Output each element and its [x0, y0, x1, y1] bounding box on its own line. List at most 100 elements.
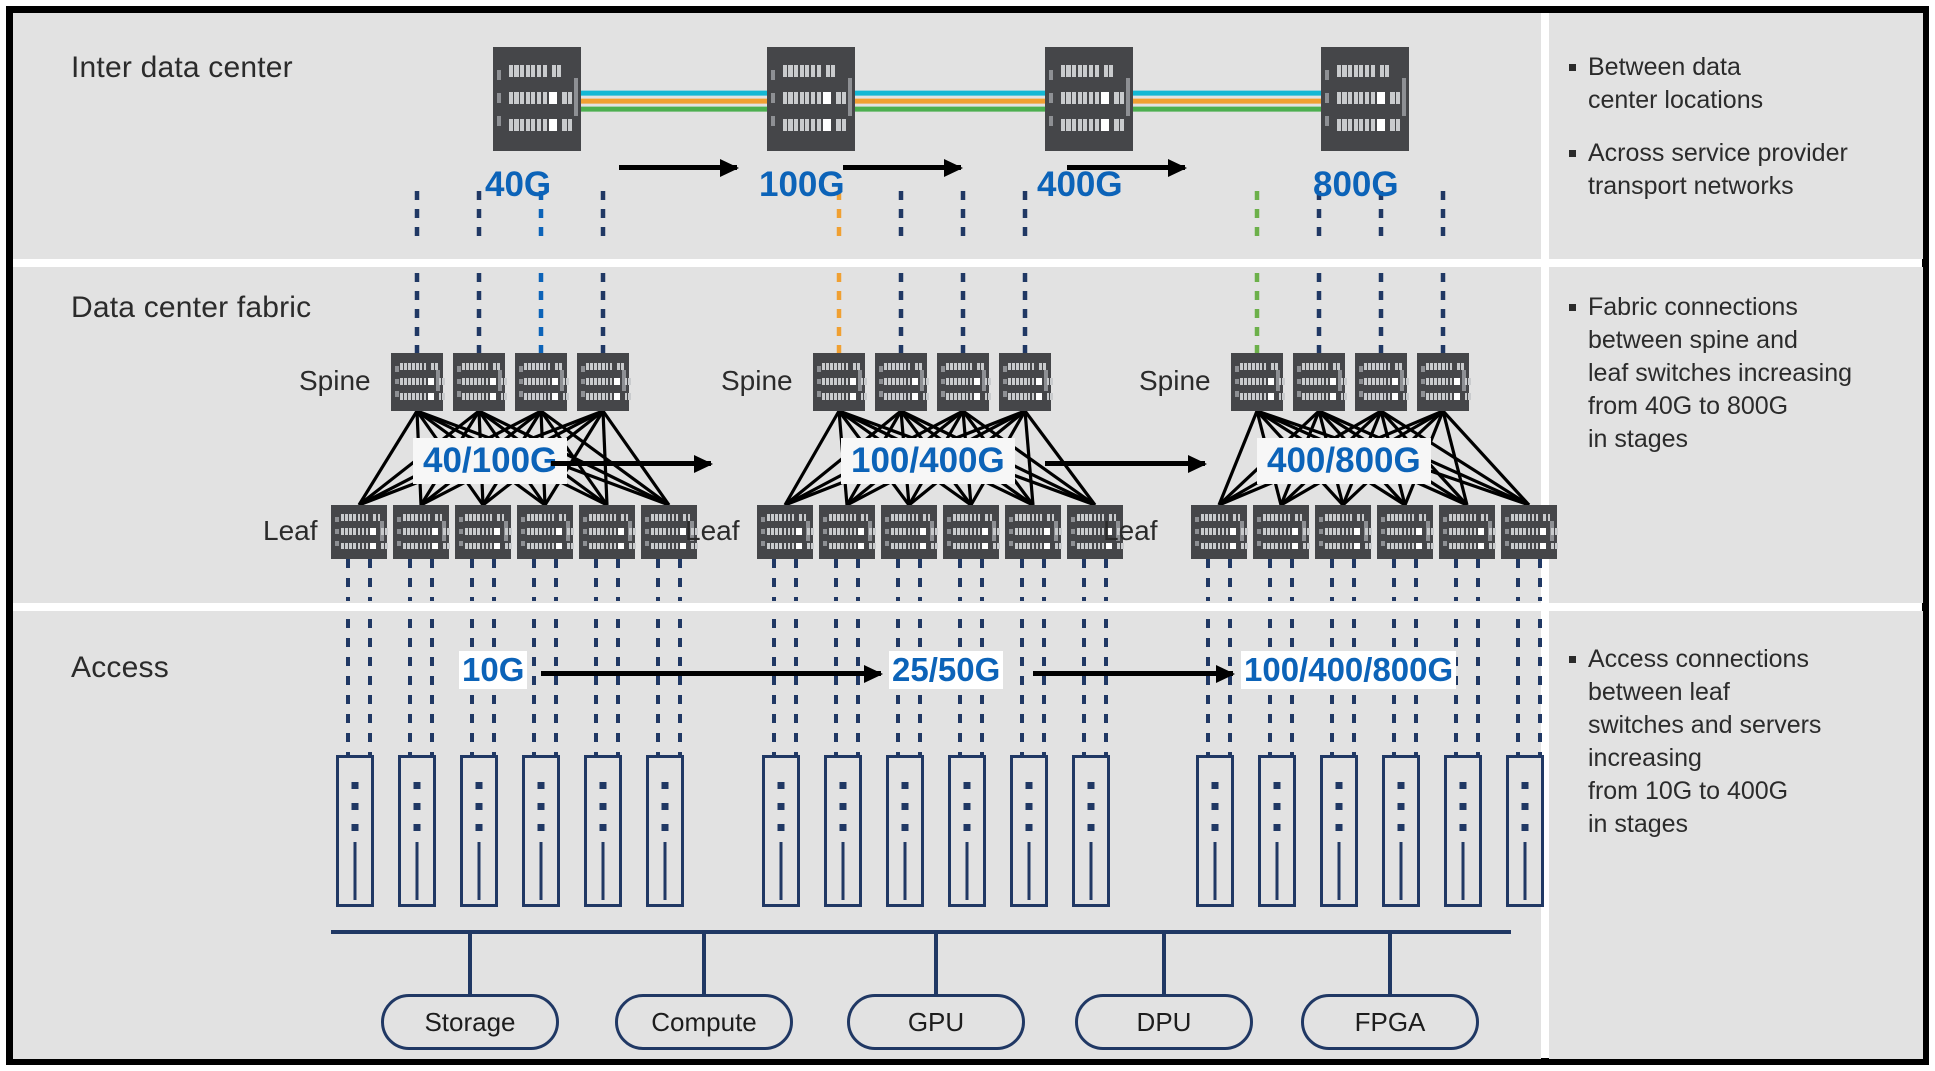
switch-uplink-ports [555, 363, 562, 370]
switch-ear [879, 365, 883, 372]
switch-ear [1443, 528, 1447, 535]
switch-ports [586, 363, 613, 370]
bullet-text: Across service provider transport networ… [1588, 139, 1848, 200]
server-indicator-dot [901, 782, 909, 789]
server-g1-6 [646, 755, 684, 907]
workload-pill-gpu[interactable]: GPU [847, 994, 1025, 1050]
switch-ports [822, 378, 849, 385]
spine-switch-g2-2 [875, 353, 929, 411]
switch-ports [1240, 363, 1267, 370]
server-indicator-dot [1521, 803, 1529, 810]
switch-status-led [490, 393, 496, 400]
switch-ear [457, 391, 461, 398]
switch-port-row [341, 542, 388, 549]
switch-status-led [1330, 378, 1336, 385]
switch-ear [1071, 540, 1075, 547]
switch-status-led [1230, 528, 1236, 535]
switch-status-led [1478, 528, 1484, 535]
switch-ports [1325, 542, 1353, 549]
switch-port-row [1336, 119, 1401, 132]
server-g3-1 [1196, 755, 1234, 907]
switch-port-row [1240, 393, 1285, 400]
switch-uplink-ports [500, 378, 507, 385]
server-indicator-dot [1459, 782, 1467, 789]
inter-dc-router-1 [493, 47, 581, 151]
workload-pill-fpga[interactable]: FPGA [1301, 994, 1479, 1050]
switch-uplink-ports [930, 528, 938, 535]
switch-port-row [946, 363, 984, 370]
server-g1-3 [460, 755, 498, 907]
arrow-fabric-1-to-2 [551, 455, 713, 473]
switch-status-led [1330, 393, 1336, 400]
leaf-switch-g1-1 [331, 505, 388, 559]
switch-ear-right [1126, 78, 1130, 116]
switch-port-row [586, 378, 631, 385]
bullet-text: Fabric connections between spine and lea… [1588, 293, 1853, 453]
switch-ear [1505, 516, 1509, 523]
server-indicator-dot [351, 803, 359, 810]
switch-status-led [614, 378, 620, 385]
switch-status-led [1230, 542, 1236, 549]
switch-uplink-ports [922, 378, 929, 385]
switch-uplink-ports [617, 363, 624, 370]
switch-port-row [1511, 542, 1558, 549]
switch-ports [341, 514, 369, 521]
switch-ear [1257, 540, 1261, 547]
switch-port-row [586, 393, 631, 400]
switch-ear-right [848, 78, 852, 116]
server-indicator-dot [963, 803, 971, 810]
switch-uplink-ports [504, 542, 512, 549]
switch-ear [823, 516, 827, 523]
switch-ports [891, 542, 919, 549]
switch-ear [395, 391, 399, 398]
switch-ports [1077, 542, 1105, 549]
switch-port-row [829, 542, 876, 549]
switch-ports [1336, 65, 1375, 78]
server-indicator-dot [777, 824, 785, 831]
switch-port-row [782, 119, 847, 132]
switch-ports [1263, 542, 1291, 549]
switch-status-led [858, 542, 864, 549]
switch-ear [1443, 516, 1447, 523]
server-indicator-dot [599, 803, 607, 810]
switch-ear [1049, 69, 1053, 81]
switch-ear [1443, 540, 1447, 547]
spine-switch-g1-2 [453, 353, 507, 411]
switch-ports [1060, 65, 1099, 78]
switch-ports [589, 514, 617, 521]
switch-port-row [400, 363, 438, 370]
switch-uplink-ports [438, 393, 445, 400]
server-indicator-dot [1087, 782, 1095, 789]
workload-pill-compute[interactable]: Compute [615, 994, 793, 1050]
switch-uplink-ports [992, 542, 1000, 549]
switch-ports [884, 363, 911, 370]
server-g2-3 [886, 755, 924, 907]
switch-port-row [891, 528, 938, 535]
switch-uplink-ports [1550, 542, 1558, 549]
switch-status-led [974, 378, 980, 385]
switch-ear [521, 516, 525, 523]
switch-port-row [884, 363, 922, 370]
server-indicator-dot [599, 824, 607, 831]
switch-ports [829, 514, 857, 521]
switch-ports [341, 542, 369, 549]
switch-uplink-ports [799, 514, 807, 521]
switch-port-row [527, 514, 567, 521]
switch-ports [400, 378, 427, 385]
switch-status-led [1100, 92, 1110, 105]
spine-switch-g1-1 [391, 353, 445, 411]
switch-port-row [1387, 514, 1427, 521]
switch-uplink-ports [380, 542, 388, 549]
leaf-switch-g2-5 [1005, 505, 1062, 559]
bullet-inter-dc-2: Across service provider transport networ… [1569, 137, 1919, 203]
switch-port-row [403, 542, 450, 549]
switch-uplink-ports [836, 92, 847, 105]
switch-uplink-ports [551, 65, 562, 78]
switch-ear [1381, 516, 1385, 523]
workload-pill-dpu[interactable]: DPU [1075, 994, 1253, 1050]
workload-pill-storage[interactable]: Storage [381, 994, 559, 1050]
switch-port-row [462, 363, 500, 370]
switch-ports [462, 393, 489, 400]
switch-ports [1387, 528, 1415, 535]
switch-ear [1505, 540, 1509, 547]
